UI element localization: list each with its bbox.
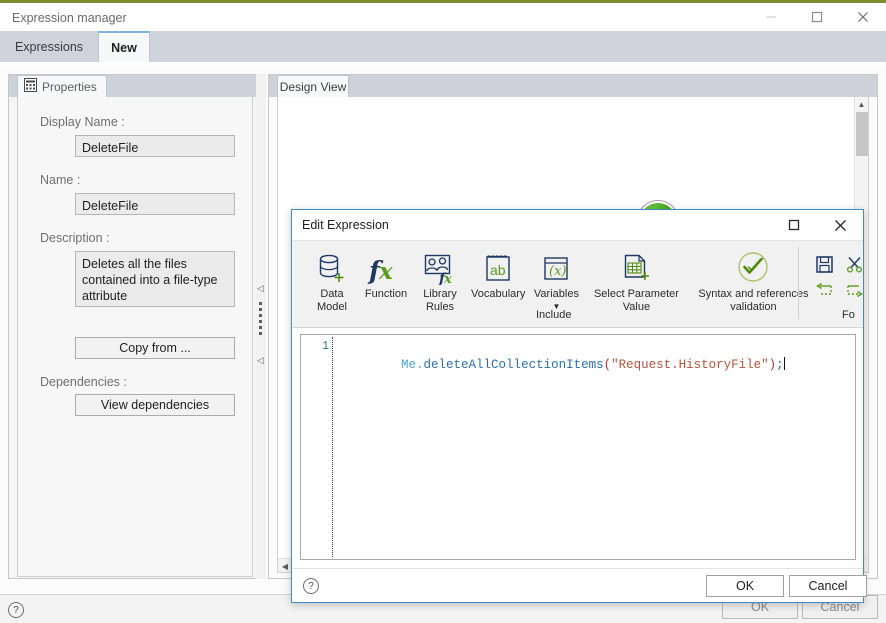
dialog-cancel-label: Cancel — [808, 579, 848, 593]
dialog-maximize-button[interactable] — [771, 210, 817, 240]
main-tab-strip: Expressions New — [0, 31, 886, 62]
close-button[interactable] — [840, 3, 886, 31]
ribbon-select-parameter-value-button[interactable]: Select Parameter Value — [583, 245, 689, 325]
scroll-up-icon[interactable]: ▲ — [855, 97, 868, 111]
edit-expression-dialog: Edit Expression Data Model f x Function … — [291, 209, 867, 603]
dialog-window-controls — [771, 210, 863, 240]
expression-manager-window: Expression manager Expressions New Prope… — [0, 0, 886, 623]
code-token-string: "Request.HistoryFile" — [611, 358, 769, 372]
ribbon-data-model-button[interactable]: Data Model — [305, 245, 359, 325]
view-dependencies-button[interactable]: View dependencies — [75, 394, 235, 416]
ribbon-vocabulary-label: Vocabulary — [471, 288, 526, 300]
tab-new[interactable]: New — [98, 31, 150, 62]
dialog-ribbon: Data Model f x Function f x Library Rule… — [293, 241, 863, 328]
code-token-semicolon: ; — [776, 358, 784, 372]
description-label: Description : — [40, 231, 110, 245]
splitter-collapse-left-icon-2[interactable]: ◁ — [257, 356, 264, 365]
code-token-open-paren: ( — [603, 358, 612, 372]
dialog-title-bar: Edit Expression — [292, 210, 863, 241]
svg-text:ab: ab — [490, 262, 506, 278]
help-icon[interactable]: ? — [8, 602, 24, 618]
help-glyph: ? — [13, 604, 19, 616]
validation-check-icon — [735, 245, 771, 285]
copy-from-button[interactable]: Copy from ... — [75, 337, 235, 359]
ribbon-library-rules-label: Library Rules — [423, 288, 457, 313]
scroll-left-icon[interactable]: ◀ — [278, 559, 292, 572]
editor-indent-guide — [332, 337, 333, 557]
dialog-help-glyph: ? — [308, 580, 314, 592]
svg-text:x: x — [443, 272, 452, 285]
code-token-close-paren: ) — [768, 358, 777, 372]
ribbon-separator — [798, 247, 799, 319]
view-dependencies-label: View dependencies — [100, 398, 210, 412]
properties-body: Display Name : DeleteFile Name : DeleteF… — [17, 97, 253, 577]
code-token-method: deleteAllCollectionItems — [423, 358, 604, 372]
fx-icon: f x — [367, 245, 405, 285]
ribbon-variables-label: Variables — [533, 288, 579, 300]
save-icon[interactable] — [811, 253, 837, 275]
panel-splitter[interactable]: ◁ ◁ — [256, 74, 266, 579]
properties-grid-icon — [24, 78, 37, 95]
code-token-me: Me — [401, 358, 417, 372]
display-name-input[interactable]: DeleteFile — [75, 135, 235, 157]
ribbon-format-group-label: Fo — [842, 309, 855, 321]
ribbon-vocabulary-button[interactable]: ab Vocabulary — [467, 245, 529, 325]
database-add-icon — [317, 245, 347, 285]
select-parameter-icon — [620, 245, 652, 285]
window-controls — [748, 3, 886, 31]
tab-expressions-label: Expressions — [14, 39, 84, 54]
editor-gutter: 1 — [301, 335, 333, 559]
tab-new-label: New — [111, 40, 137, 55]
display-name-label: Display Name : — [40, 115, 125, 129]
svg-text:x: x — [378, 258, 393, 285]
dialog-close-button[interactable] — [817, 210, 863, 240]
dialog-help-icon[interactable]: ? — [303, 578, 319, 594]
ribbon-function-button[interactable]: f x Function — [359, 245, 413, 325]
code-token-dot: . — [416, 358, 424, 372]
maximize-button[interactable] — [794, 3, 840, 31]
splitter-grip[interactable] — [259, 302, 262, 338]
ribbon-include-group-label: Include — [536, 309, 572, 321]
dialog-ok-label: OK — [735, 579, 755, 593]
vocabulary-ab-icon: ab — [482, 245, 514, 285]
tab-properties[interactable]: Properties — [17, 75, 107, 97]
text-caret — [783, 357, 785, 370]
redo-icon[interactable] — [841, 279, 867, 301]
window-title-bar: Expression manager — [0, 3, 886, 31]
ribbon-library-rules-button[interactable]: f x Library Rules — [413, 245, 467, 325]
expression-code-editor[interactable]: 1 Me.deleteAllCollectionItems("Request.H… — [300, 334, 856, 560]
editor-code-line[interactable]: Me.deleteAllCollectionItems("Request.His… — [341, 340, 785, 391]
ribbon-data-model-label: Data Model — [317, 288, 347, 313]
ribbon-function-label: Function — [364, 288, 408, 300]
cut-scissors-icon[interactable] — [841, 253, 867, 275]
name-input[interactable]: DeleteFile — [75, 193, 235, 215]
name-label: Name : — [40, 173, 81, 187]
dependencies-label: Dependencies : — [40, 375, 127, 389]
copy-from-label: Copy from ... — [119, 341, 191, 355]
tab-design-view[interactable]: Design View — [277, 75, 349, 97]
dialog-cancel-button[interactable]: Cancel — [789, 575, 867, 597]
dialog-ok-button[interactable]: OK — [706, 575, 784, 597]
splitter-collapse-left-icon[interactable]: ◁ — [257, 284, 264, 293]
undo-icon[interactable] — [811, 279, 837, 301]
design-view-tab-row — [269, 75, 877, 97]
window-title: Expression manager — [12, 11, 127, 25]
properties-panel: Properties Display Name : DeleteFile Nam… — [8, 74, 260, 579]
library-rules-icon: f x — [423, 245, 457, 285]
dialog-title: Edit Expression — [302, 218, 389, 232]
vscroll-thumb[interactable] — [856, 112, 868, 156]
minimize-button[interactable] — [748, 3, 794, 31]
description-input[interactable]: Deletes all the files contained into a f… — [75, 251, 235, 307]
dialog-footer: ? OK Cancel — [293, 568, 867, 602]
tab-expressions[interactable]: Expressions — [0, 31, 98, 62]
ribbon-syntax-validation-label: Syntax and references validation — [698, 288, 809, 313]
editor-line-number: 1 — [322, 340, 329, 353]
ribbon-select-parameter-value-label: Select Parameter Value — [593, 288, 679, 313]
tab-properties-label: Properties — [42, 79, 97, 94]
variables-x-icon: (x) — [540, 245, 572, 285]
svg-text:(x): (x) — [549, 264, 566, 279]
tab-design-view-label: Design View — [279, 79, 347, 94]
